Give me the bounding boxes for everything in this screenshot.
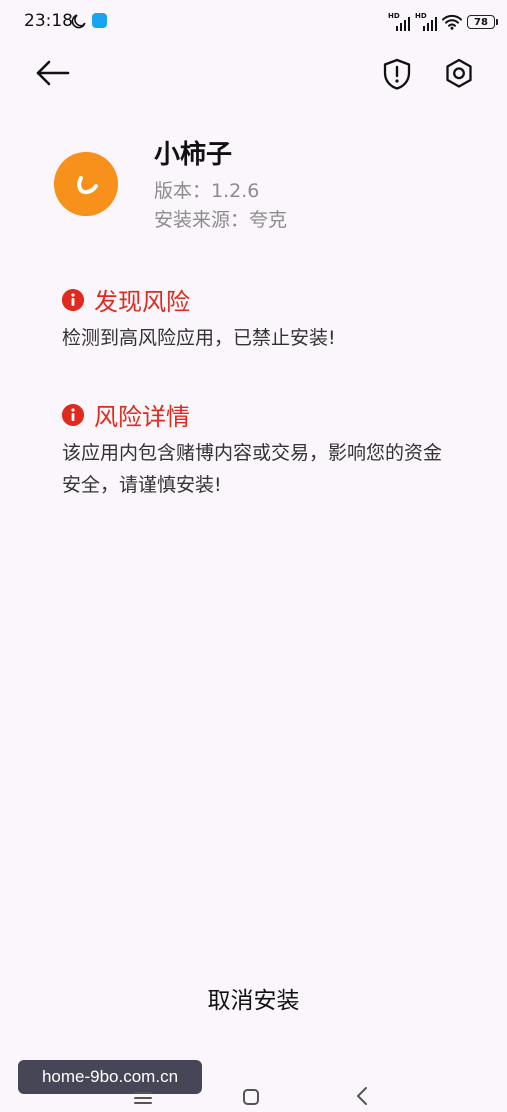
app-version: 版本：1.2.6: [154, 180, 260, 202]
status-bar: 23:18 HD HD 78: [0, 0, 507, 44]
app-name: 小柿子: [154, 140, 233, 170]
notification-app-icon: [92, 13, 107, 28]
watermark: home-9bo.com.cn: [18, 1060, 202, 1094]
menu-icon[interactable]: [133, 1090, 153, 1106]
app-icon: [54, 152, 118, 216]
risk-details-heading: 风险详情: [62, 397, 190, 432]
battery-indicator: 78: [467, 15, 498, 29]
app-install-source: 安装来源：夸克: [154, 209, 288, 231]
signal-icon: HD: [388, 12, 410, 31]
status-indicators: HD HD 78: [388, 12, 498, 32]
risk-found-heading: 发现风险: [62, 282, 190, 317]
back-arrow-icon[interactable]: [30, 55, 74, 91]
risk-details-title: 风险详情: [94, 403, 190, 431]
home-icon[interactable]: [242, 1088, 260, 1106]
risk-details-body: 该应用内包含赌博内容或交易，影响您的资金安全，请谨慎安装!: [62, 442, 443, 496]
risk-found-body: 检测到高风险应用，已禁止安装!: [62, 327, 336, 349]
back-nav-icon[interactable]: [354, 1085, 370, 1107]
cancel-install-button[interactable]: 取消安装: [0, 970, 507, 1026]
warning-icon: [62, 288, 84, 311]
shield-alert-icon[interactable]: [380, 56, 414, 92]
status-time: 23:18: [24, 11, 73, 31]
signal-icon-2: HD: [415, 12, 437, 31]
risk-found-title: 发现风险: [94, 288, 190, 316]
moon-icon: [71, 14, 86, 29]
gear-icon[interactable]: [442, 56, 476, 92]
wifi-icon: [442, 14, 462, 30]
battery-level: 78: [474, 16, 488, 28]
warning-icon: [62, 403, 84, 426]
